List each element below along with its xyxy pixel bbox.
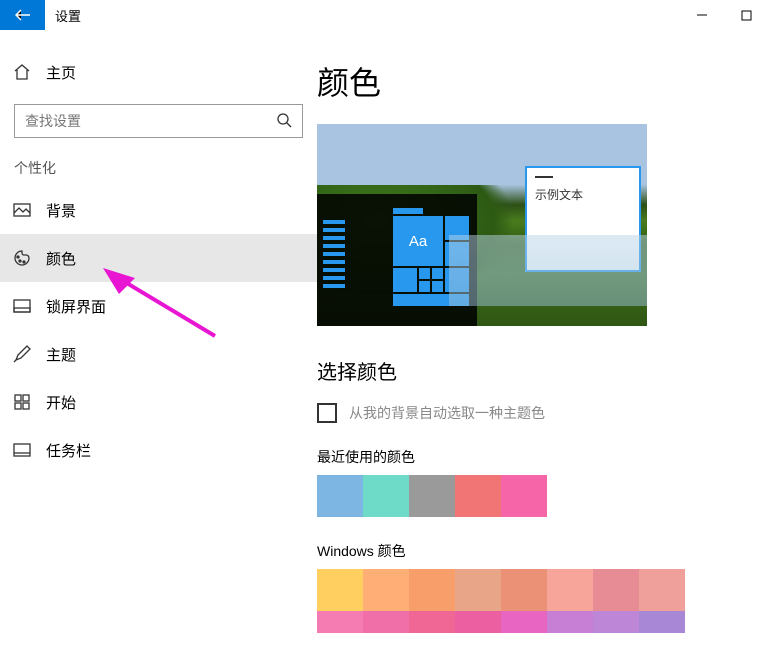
- auto-color-row[interactable]: 从我的背景自动选取一种主题色: [317, 403, 768, 423]
- color-swatch[interactable]: [501, 611, 547, 633]
- brush-icon: [12, 345, 32, 363]
- color-swatch[interactable]: [593, 569, 639, 611]
- windows-colors-row1: [317, 569, 768, 611]
- auto-color-checkbox[interactable]: [317, 403, 337, 423]
- sidebar-item-background[interactable]: 背景: [0, 186, 317, 234]
- sidebar-item-themes[interactable]: 主题: [0, 330, 317, 378]
- color-swatch[interactable]: [363, 569, 409, 611]
- color-swatch[interactable]: [455, 611, 501, 633]
- color-swatch[interactable]: [317, 611, 363, 633]
- content: 颜色 Aa: [317, 30, 768, 655]
- sidebar-item-taskbar[interactable]: 任务栏: [0, 426, 317, 474]
- color-swatch[interactable]: [409, 611, 455, 633]
- sidebar-item-label: 任务栏: [46, 440, 91, 461]
- maximize-button[interactable]: [724, 0, 768, 30]
- color-swatch[interactable]: [363, 475, 409, 517]
- color-swatch[interactable]: [317, 569, 363, 611]
- color-swatch[interactable]: [501, 475, 547, 517]
- layout: 主页 个性化 背景 颜色 锁屏界面: [0, 30, 768, 655]
- sidebar-item-label: 主题: [46, 344, 76, 365]
- recent-colors-row: [317, 475, 768, 517]
- color-swatch[interactable]: [639, 611, 685, 633]
- start-icon: [12, 394, 32, 410]
- search-icon: [276, 112, 292, 131]
- auto-color-label: 从我的背景自动选取一种主题色: [349, 403, 545, 423]
- section-header: 个性化: [0, 158, 317, 186]
- home-nav[interactable]: 主页: [0, 50, 317, 94]
- sidebar-item-lockscreen[interactable]: 锁屏界面: [0, 282, 317, 330]
- color-swatch[interactable]: [409, 475, 455, 517]
- color-preview: Aa 示例文本: [317, 124, 647, 326]
- sidebar-item-start[interactable]: 开始: [0, 378, 317, 426]
- color-swatch[interactable]: [547, 611, 593, 633]
- lockscreen-icon: [12, 299, 32, 313]
- home-icon: [12, 63, 32, 81]
- search-box[interactable]: [14, 104, 303, 138]
- palette-icon: [12, 249, 32, 267]
- color-swatch[interactable]: [455, 569, 501, 611]
- sidebar-item-label: 锁屏界面: [46, 296, 106, 317]
- windows-colors-row2: [317, 611, 768, 633]
- sample-text: 示例文本: [535, 186, 631, 203]
- titlebar: 设置: [0, 0, 768, 30]
- choose-color-title: 选择颜色: [317, 356, 768, 385]
- color-swatch[interactable]: [501, 569, 547, 611]
- color-swatch[interactable]: [455, 475, 501, 517]
- window-controls: [680, 0, 768, 30]
- sample-window: 示例文本: [525, 166, 641, 272]
- color-swatch[interactable]: [547, 569, 593, 611]
- color-swatch[interactable]: [639, 569, 685, 611]
- windows-colors-label: Windows 颜色: [317, 541, 768, 561]
- sidebar-item-label: 开始: [46, 392, 76, 413]
- sidebar: 主页 个性化 背景 颜色 锁屏界面: [0, 30, 317, 655]
- home-label: 主页: [46, 62, 76, 83]
- color-swatch[interactable]: [363, 611, 409, 633]
- picture-icon: [12, 203, 32, 217]
- back-button[interactable]: [0, 0, 45, 30]
- sidebar-item-label: 背景: [46, 200, 76, 221]
- start-menu-preview: Aa: [317, 194, 477, 326]
- color-swatch[interactable]: [317, 475, 363, 517]
- window-title: 设置: [55, 6, 81, 25]
- sidebar-item-label: 颜色: [46, 248, 76, 269]
- color-swatch[interactable]: [409, 569, 455, 611]
- search-input[interactable]: [25, 113, 276, 129]
- accent-tile: Aa: [393, 216, 443, 266]
- sidebar-item-colors[interactable]: 颜色: [0, 234, 317, 282]
- page-title: 颜色: [317, 58, 768, 104]
- taskbar-icon: [12, 443, 32, 457]
- minimize-button[interactable]: [680, 0, 724, 30]
- recent-colors-label: 最近使用的颜色: [317, 447, 768, 467]
- color-swatch[interactable]: [593, 611, 639, 633]
